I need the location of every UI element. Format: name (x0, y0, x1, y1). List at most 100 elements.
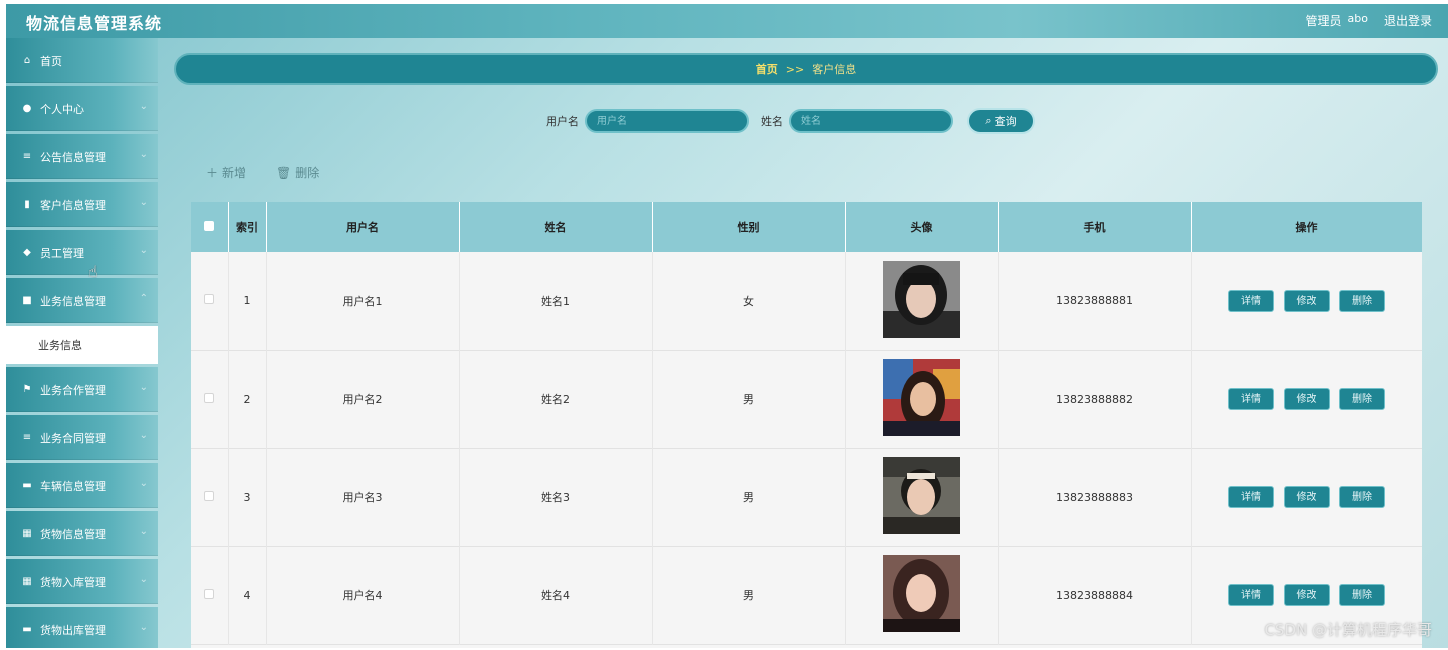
user-icon: ● (22, 103, 32, 114)
header-phone: 手机 (998, 202, 1192, 252)
header-avatar: 头像 (845, 202, 999, 252)
trash-icon: 🗑 (276, 165, 292, 180)
sidebar-item-goods-management[interactable]: ▦ 货物信息管理 ⌄ (6, 511, 158, 556)
comment-icon: ▬ (22, 624, 32, 635)
row-checkbox[interactable] (204, 588, 215, 599)
search-button-label: 查询 (994, 115, 1017, 128)
cell-username: 用户名4 (266, 546, 460, 644)
delete-button[interactable]: 删除 (1339, 486, 1385, 508)
sidebar-item-label: 员工管理 (40, 246, 84, 260)
header-name: 姓名 (459, 202, 653, 252)
select-all-checkbox[interactable] (204, 220, 215, 231)
sidebar-item-label: 首页 (40, 54, 62, 68)
breadcrumb-home[interactable]: 首页 (756, 61, 778, 77)
sidebar-item-notice-management[interactable]: ≡ 公告信息管理 ⌄ (6, 134, 158, 179)
username-search-label: 用户名 (546, 115, 579, 128)
detail-button[interactable]: 详情 (1228, 486, 1274, 508)
chevron-down-icon: ⌄ (139, 574, 148, 585)
breadcrumb-current: 客户信息 (812, 63, 857, 76)
sidebar-subitem-business-info[interactable]: 业务信息 (6, 326, 158, 364)
user-role: 管理员 (1305, 14, 1342, 28)
header-select-all[interactable] (191, 202, 229, 252)
add-button[interactable]: ＋ 新增 (206, 164, 246, 181)
batch-delete-label: 删除 (295, 166, 320, 180)
app-frame: 物流信息管理系统 管理员 abo 退出登录 ⌂ 首页 ● 个人中心 ⌄ ≡ 公告… (6, 4, 1448, 648)
list-icon: ≡ (22, 151, 32, 162)
username-search-input[interactable] (585, 109, 749, 133)
sidebar-item-home[interactable]: ⌂ 首页 (6, 38, 158, 83)
add-button-label: 新增 (222, 166, 247, 180)
chevron-down-icon: ⌄ (139, 478, 148, 489)
cell-index: 3 (228, 448, 267, 546)
detail-button[interactable]: 详情 (1228, 289, 1274, 312)
watermark: CSDN @计算机程序华哥 (1264, 621, 1432, 639)
cell-phone: 13823888881 (998, 252, 1192, 350)
thumbs-up-icon: ◆ (23, 247, 31, 258)
sidebar-item-label: 业务合作管理 (40, 383, 106, 397)
cell-username: 用户名1 (266, 252, 460, 350)
chevron-up-icon: ⌃ (139, 293, 148, 304)
name-search-label: 姓名 (761, 115, 783, 128)
row-checkbox[interactable] (204, 294, 215, 305)
chevron-down-icon: ⌄ (139, 149, 148, 160)
table-row: 4 用户名4 姓名4 男 13823888884 详情 修改 删除 (191, 546, 1422, 644)
avatar (883, 555, 960, 632)
sidebar-item-label: 公告信息管理 (40, 150, 106, 164)
sidebar-item-personal-center[interactable]: ● 个人中心 ⌄ (6, 86, 158, 131)
chevron-down-icon: ⌄ (139, 526, 148, 537)
top-right-area: 管理员 abo 退出登录 (1306, 12, 1432, 29)
app-title: 物流信息管理系统 (26, 14, 163, 33)
cell-name: 姓名1 (459, 252, 653, 350)
delete-button[interactable]: 删除 (1339, 289, 1385, 312)
top-bar: 物流信息管理系统 管理员 abo 退出登录 (6, 4, 1448, 38)
list-icon: ≡ (22, 432, 32, 443)
search-bar: 用户名 姓名 ⌕ 查询 (546, 108, 1035, 134)
edit-button[interactable]: 修改 (1283, 486, 1330, 508)
cell-name: 姓名3 (459, 448, 653, 546)
chevron-down-icon: ⌄ (139, 382, 148, 393)
cell-ops: 详情 修改 删除 (1191, 252, 1422, 350)
cell-index: 1 (228, 252, 267, 350)
row-checkbox[interactable] (204, 392, 215, 403)
sidebar-item-goods-outbound[interactable]: ▬ 货物出库管理 ⌄ (6, 607, 158, 648)
sidebar-item-cooperation-management[interactable]: ⚑ 业务合作管理 ⌄ (6, 367, 158, 412)
sidebar-item-label: 货物入库管理 (40, 575, 106, 589)
cell-phone: 13823888883 (998, 448, 1192, 546)
sidebar-item-customer-management[interactable]: ▮ 客户信息管理 ⌄ (6, 182, 158, 227)
sidebar-item-label: 货物信息管理 (40, 527, 106, 541)
sidebar-item-goods-inbound[interactable]: ▦ 货物入库管理 ⌄ (6, 559, 158, 604)
sidebar-item-vehicle-management[interactable]: ▬ 车辆信息管理 ⌄ (6, 463, 158, 508)
detail-button[interactable]: 详情 (1228, 584, 1274, 606)
current-user: 管理员 abo (1306, 12, 1368, 29)
cell-gender: 男 (652, 350, 846, 448)
sidebar-item-label: 业务合同管理 (40, 431, 106, 445)
chevron-down-icon: ⌄ (139, 197, 148, 208)
delete-button[interactable]: 删除 (1339, 388, 1385, 410)
clipboard-icon: ■ (22, 295, 32, 306)
header-ops: 操作 (1191, 202, 1422, 252)
logout-link[interactable]: 退出登录 (1384, 12, 1432, 29)
customer-table: 索引 用户名 姓名 性别 头像 手机 操作 1 用户名1 姓名1 女 13823… (191, 202, 1422, 648)
sidebar-item-employee-management[interactable]: ◆ 员工管理 ⌄ (6, 230, 158, 275)
flag-icon: ⚑ (22, 384, 32, 395)
cell-ops: 详情 修改 删除 (1191, 350, 1422, 448)
detail-button[interactable]: 详情 (1228, 388, 1274, 410)
header-gender: 性别 (652, 202, 846, 252)
cell-index: 2 (228, 350, 267, 448)
cell-gender: 男 (652, 546, 846, 644)
cell-index: 4 (228, 546, 267, 644)
sidebar: ⌂ 首页 ● 个人中心 ⌄ ≡ 公告信息管理 ⌄ ▮ 客户信息管理 ⌄ ◆ 员工… (6, 38, 158, 648)
name-search-input[interactable] (789, 109, 953, 133)
delete-button[interactable]: 删除 (1339, 584, 1385, 606)
edit-button[interactable]: 修改 (1283, 584, 1330, 606)
batch-delete-button[interactable]: 🗑 删除 (276, 164, 319, 181)
cell-phone: 13823888882 (998, 350, 1192, 448)
row-checkbox[interactable] (204, 490, 215, 501)
monitor-icon: ▬ (22, 480, 32, 491)
sidebar-item-business-management[interactable]: ■ 业务信息管理 ⌃ (6, 278, 158, 323)
edit-button[interactable]: 修改 (1283, 289, 1330, 312)
table-header-row: 索引 用户名 姓名 性别 头像 手机 操作 (191, 202, 1422, 252)
edit-button[interactable]: 修改 (1283, 388, 1330, 410)
sidebar-item-contract-management[interactable]: ≡ 业务合同管理 ⌄ (6, 415, 158, 460)
search-button[interactable]: ⌕ 查询 (967, 108, 1035, 134)
